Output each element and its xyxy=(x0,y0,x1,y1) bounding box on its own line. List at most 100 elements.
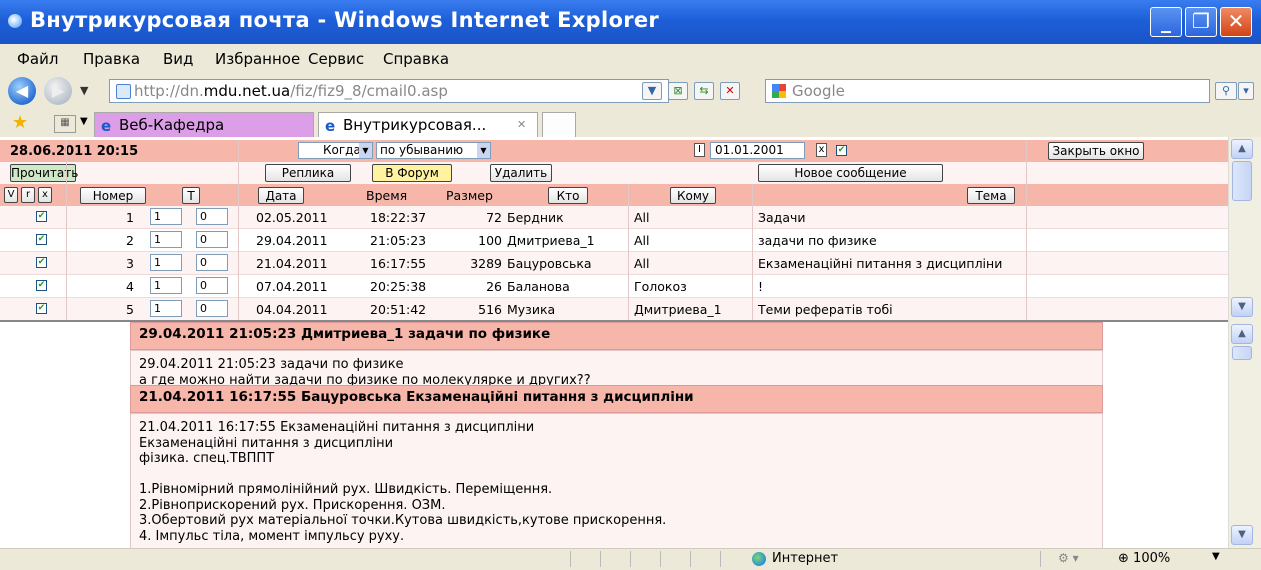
mail-list-scrollbar[interactable]: ▲ ▼ xyxy=(1228,137,1261,320)
mail-row[interactable]: ✔ 2 1 0 29.04.2011 21:05:23 100 Дмитриев… xyxy=(0,229,1228,252)
status-divider xyxy=(1040,551,1041,567)
date-filter-toggle[interactable]: I xyxy=(694,143,705,157)
row-field-a[interactable]: 1 xyxy=(150,254,182,271)
status-divider xyxy=(600,551,601,567)
reply-button[interactable]: Реплика xyxy=(265,164,351,182)
row-subject: Екзаменаційні питання з дисципліни xyxy=(758,256,1003,271)
menu-view[interactable]: Вид xyxy=(163,50,193,68)
minimize-button[interactable]: _ xyxy=(1150,7,1182,37)
row-field-b[interactable]: 0 xyxy=(196,254,228,271)
row-field-a[interactable]: 1 xyxy=(150,277,182,294)
stop-icon[interactable]: ✕ xyxy=(720,82,740,100)
column-divider xyxy=(752,184,753,320)
new-message-button[interactable]: Новое сообщение xyxy=(758,164,943,182)
row-field-b[interactable]: 0 xyxy=(196,300,228,317)
url-domain: mdu.net.ua xyxy=(203,82,291,100)
refresh-icon[interactable]: ⇆ xyxy=(694,82,714,100)
new-tab-button[interactable] xyxy=(542,112,576,137)
zoom-dropdown-icon[interactable]: ▼ xyxy=(1212,551,1220,562)
date-filter-input[interactable]: 01.01.2001 xyxy=(710,142,805,159)
favorites-star-icon[interactable]: ★ xyxy=(12,112,28,133)
sort-field-select[interactable]: Когда ▼ xyxy=(298,142,373,159)
row-field-b[interactable]: 0 xyxy=(196,277,228,294)
row-subject: Задачи xyxy=(758,210,806,225)
row-size: 100 xyxy=(478,233,502,248)
sort-number-button[interactable]: Номер xyxy=(80,187,146,204)
zoom-icon: ⊕ xyxy=(1118,551,1129,566)
maximize-button[interactable]: ❐ xyxy=(1185,7,1217,37)
scroll-down-icon[interactable]: ▼ xyxy=(1231,297,1253,317)
title-bar[interactable]: Внутрикурсовая почта - Windows Internet … xyxy=(0,0,1261,44)
clear-date-button[interactable]: x xyxy=(816,143,827,157)
select-all-x-button[interactable]: x xyxy=(38,187,52,203)
scroll-up-icon[interactable]: ▲ xyxy=(1231,324,1253,344)
address-dropdown-icon[interactable]: ▼ xyxy=(642,82,662,100)
mail-row[interactable]: ✔ 1 1 0 02.05.2011 18:22:37 72 Бердник A… xyxy=(0,206,1228,229)
row-date: 21.04.2011 xyxy=(256,256,328,271)
forward-icon[interactable]: ▶ xyxy=(44,77,72,105)
row-field-b[interactable]: 0 xyxy=(196,208,228,225)
mail-row[interactable]: ✔ 3 1 0 21.04.2011 16:17:55 3289 Бацуров… xyxy=(0,252,1228,275)
column-divider xyxy=(1026,140,1027,320)
page-icon xyxy=(116,84,131,99)
menu-file[interactable]: Файл xyxy=(17,50,58,68)
mail-row[interactable]: ✔ 5 1 0 04.04.2011 20:51:42 516 Музика Д… xyxy=(0,298,1228,320)
sort-to-button[interactable]: Кому xyxy=(670,187,716,204)
address-toolbar: ◀ ▶ ▼ http://dn.mdu.net.ua/fiz/fiz9_8/cm… xyxy=(0,74,1261,108)
ie-icon xyxy=(8,14,22,28)
sort-date-button[interactable]: Дата xyxy=(258,187,304,204)
row-checkbox[interactable]: ✔ xyxy=(36,211,47,222)
row-checkbox[interactable]: ✔ xyxy=(36,303,47,314)
tab-close-icon[interactable]: ✕ xyxy=(517,118,526,131)
zoom-value: 100% xyxy=(1133,551,1171,566)
mail-row[interactable]: ✔ 4 1 0 07.04.2011 20:25:38 26 Баланова … xyxy=(0,275,1228,298)
row-checkbox[interactable]: ✔ xyxy=(36,280,47,291)
address-input[interactable]: http://dn.mdu.net.ua/fiz/fiz9_8/cmail0.a… xyxy=(109,79,669,103)
delete-button[interactable]: Удалить xyxy=(490,164,552,182)
mail-actions-row: Прочитать Реплика В Форум Удалить Новое … xyxy=(0,162,1228,184)
search-icon[interactable]: ⚲ xyxy=(1215,82,1237,100)
forum-button[interactable]: В Форум xyxy=(372,164,452,182)
tab-list-dropdown-icon[interactable]: ▼ xyxy=(80,116,88,127)
quick-tabs-icon[interactable]: ▦ xyxy=(54,115,76,133)
scroll-up-icon[interactable]: ▲ xyxy=(1231,139,1253,159)
row-field-a[interactable]: 1 xyxy=(150,300,182,317)
scroll-thumb[interactable] xyxy=(1232,161,1252,201)
close-button[interactable]: ✕ xyxy=(1220,7,1252,37)
message-view-scrollbar[interactable]: ▲ ▼ xyxy=(1228,320,1261,548)
url-prefix: http://dn. xyxy=(134,82,204,100)
tab-mail[interactable]: e Внутрикурсовая... ✕ xyxy=(318,112,538,137)
protected-mode-icon[interactable]: ⚙ ▾ xyxy=(1058,551,1079,565)
select-all-v-button[interactable]: V xyxy=(4,187,18,203)
row-from: Бацуровська xyxy=(507,256,592,271)
row-field-a[interactable]: 1 xyxy=(150,208,182,225)
sort-t-button[interactable]: T xyxy=(182,187,200,204)
search-input[interactable]: Google xyxy=(765,79,1210,103)
back-icon[interactable]: ◀ xyxy=(8,77,36,105)
tab-web-kafedra[interactable]: e Веб-Кафедра xyxy=(94,112,314,137)
compat-icon[interactable]: ⊠ xyxy=(668,82,688,100)
sort-subject-button[interactable]: Тема xyxy=(967,187,1015,204)
date-filter-checkbox[interactable]: ✔ xyxy=(836,145,847,156)
menu-help[interactable]: Справка xyxy=(383,50,449,68)
row-checkbox[interactable]: ✔ xyxy=(36,234,47,245)
row-to: All xyxy=(634,210,650,225)
row-field-b[interactable]: 0 xyxy=(196,231,228,248)
scroll-down-icon[interactable]: ▼ xyxy=(1231,525,1253,545)
menu-favorites[interactable]: Избранное xyxy=(215,50,300,68)
sort-order-select[interactable]: по убыванию ▼ xyxy=(376,142,491,159)
history-dropdown-icon[interactable]: ▼ xyxy=(80,84,88,97)
row-number: 3 xyxy=(126,256,134,271)
status-divider xyxy=(660,551,661,567)
select-all-r-button[interactable]: r xyxy=(21,187,35,203)
zoom-level[interactable]: ⊕ 100% xyxy=(1118,551,1170,566)
menu-tools[interactable]: Сервис xyxy=(308,50,364,68)
search-options-icon[interactable]: ▾ xyxy=(1238,82,1254,100)
row-field-a[interactable]: 1 xyxy=(150,231,182,248)
row-checkbox[interactable]: ✔ xyxy=(36,257,47,268)
close-window-button[interactable]: Закрыть окно xyxy=(1048,142,1144,160)
menu-edit[interactable]: Правка xyxy=(83,50,140,68)
row-time: 20:51:42 xyxy=(370,302,427,317)
sort-from-button[interactable]: Кто xyxy=(548,187,588,204)
scroll-thumb[interactable] xyxy=(1232,346,1252,360)
